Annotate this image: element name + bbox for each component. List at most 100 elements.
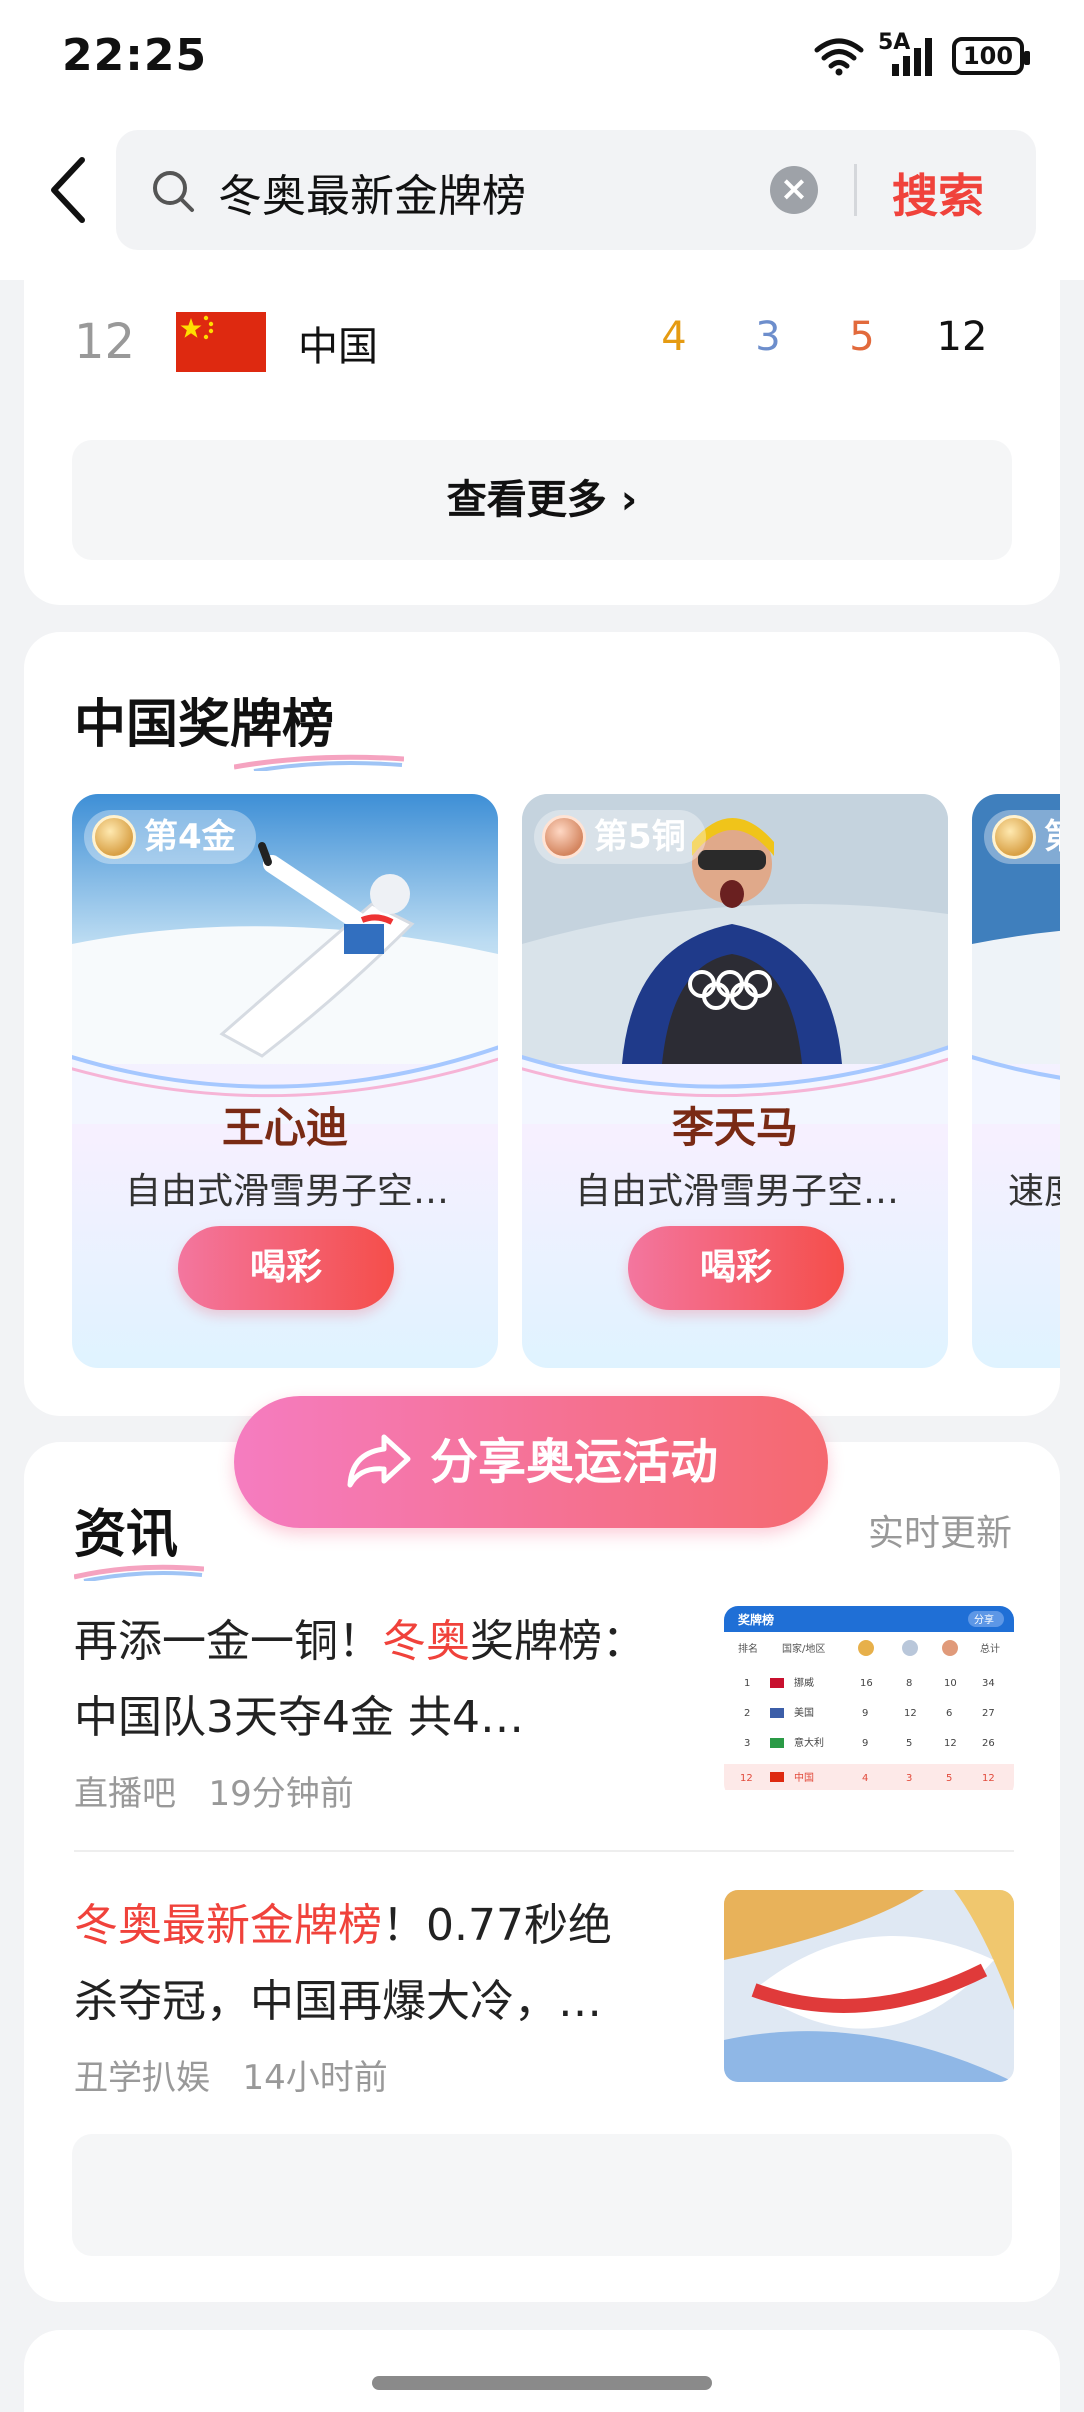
- news-time: 19分钟前: [208, 1774, 354, 1814]
- athlete-event: 自由式滑雪男子空…: [574, 1171, 899, 1212]
- share-olympic-activity-button[interactable]: 分享奥运活动: [234, 1396, 828, 1528]
- share-strip: [72, 2134, 1012, 2256]
- badge-label: 第: [1044, 817, 1060, 857]
- news-item-title: 再添一金一铜！冬奥奖牌榜：中国队3天夺4金 共4…: [74, 1604, 654, 1756]
- svg-text:3: 3: [744, 1738, 750, 1749]
- news-item-title: 冬奥最新金牌榜！0.77秒绝杀夺冠，中国再爆大冷，…: [74, 1888, 654, 2040]
- search-header: 冬奥最新金牌榜 × 搜索: [0, 110, 1084, 280]
- cheer-button[interactable]: 喝彩: [178, 1226, 394, 1310]
- svg-text:意大利: 意大利: [794, 1736, 824, 1749]
- cellular-signal: 5A: [878, 30, 938, 78]
- svg-text:10: 10: [944, 1678, 957, 1689]
- search-input[interactable]: 冬奥最新金牌榜: [218, 160, 526, 224]
- svg-text:美国: 美国: [794, 1706, 814, 1719]
- svg-text:4: 4: [862, 1773, 868, 1784]
- medal-badge: 第: [984, 810, 1060, 864]
- rank: 12: [74, 314, 136, 370]
- badge-label: 第4金: [144, 817, 236, 857]
- gold-medal-icon: [992, 815, 1036, 859]
- svg-text:16: 16: [860, 1678, 873, 1689]
- news-divider: [74, 1850, 1014, 1852]
- news-thumbnail: 奖牌榜 分享 排名 国家/地区 总计 1 挪威 16 8 10 34 2 美国 …: [724, 1606, 1014, 1798]
- clear-search-icon[interactable]: ×: [770, 166, 818, 214]
- badge-label: 第5铜: [594, 817, 686, 857]
- gold-medal-icon: [92, 815, 136, 859]
- thumb-share: 分享: [974, 1613, 994, 1626]
- svg-text:12: 12: [944, 1738, 957, 1749]
- status-bar: 22:25 5A 100: [0, 0, 1084, 110]
- athlete-name: 李天马: [671, 1103, 798, 1152]
- battery-level: 100: [962, 42, 1014, 70]
- search-divider: [854, 164, 857, 216]
- thumb-col: 总计: [980, 1642, 1000, 1655]
- svg-text:27: 27: [982, 1708, 995, 1719]
- svg-text:6: 6: [946, 1708, 952, 1719]
- svg-text:8: 8: [906, 1678, 912, 1689]
- news-source: 直播吧: [74, 1774, 176, 1814]
- news-meta: 直播吧 19分钟前: [74, 1766, 354, 1815]
- svg-text:26: 26: [982, 1738, 995, 1749]
- next-card: [24, 2330, 1060, 2412]
- silver-count: 3: [755, 314, 781, 360]
- svg-text:1: 1: [744, 1678, 750, 1689]
- svg-text:3: 3: [906, 1773, 912, 1784]
- news-title: 资讯: [74, 1505, 179, 1565]
- news-item[interactable]: 冬奥最新金牌榜！0.77秒绝杀夺冠，中国再爆大冷，… 丑学扒娱 14小时前: [74, 1888, 1014, 2108]
- title-swoosh: [74, 1564, 204, 1581]
- cheer-button[interactable]: 喝彩: [628, 1226, 844, 1310]
- athlete-name: 王心迪: [221, 1103, 348, 1152]
- status-icons: 5A 100: [814, 30, 1030, 78]
- svg-text:中国: 中国: [794, 1771, 814, 1784]
- share-arrow-icon: [347, 1434, 411, 1488]
- news-card: 资讯 实时更新 再添一金一铜！冬奥奖牌榜：中国队3天夺4金 共4… 直播吧 19…: [24, 1442, 1060, 2302]
- svg-text:9: 9: [862, 1738, 868, 1749]
- svg-text:12: 12: [982, 1773, 995, 1784]
- total-count: 12: [936, 314, 988, 360]
- news-item[interactable]: 再添一金一铜！冬奥奖牌榜：中国队3天夺4金 共4… 直播吧 19分钟前 奖牌榜 …: [74, 1604, 1014, 1814]
- search-icon: [153, 171, 194, 212]
- search-results-page: 22:25 5A 100 冬奥最新金牌榜 × 搜索 12 中国 4 3 5 12…: [0, 0, 1084, 2412]
- svg-text:34: 34: [982, 1678, 995, 1689]
- svg-text:2: 2: [744, 1708, 750, 1719]
- title-highlight: 冬奥最新金牌榜: [74, 1900, 382, 1951]
- back-arrow-icon[interactable]: [46, 150, 94, 230]
- card-wave: [972, 1054, 1060, 1124]
- see-more-button[interactable]: 查看更多 ›: [72, 440, 1012, 560]
- athlete-card[interactable]: 第4金 王心迪 自由式滑雪男子空… 喝彩: [72, 794, 498, 1368]
- svg-text:12: 12: [904, 1708, 917, 1719]
- gold-count: 4: [661, 314, 687, 360]
- china-medals-card: 中国奖牌榜 第4金 王心迪 自由式滑雪男子空… 喝彩 第5铜 李天马 自由式滑雪…: [24, 632, 1060, 1416]
- medal-badge: 第5铜: [534, 810, 706, 864]
- bronze-medal-icon: [542, 815, 586, 859]
- live-update-label: 实时更新: [867, 1513, 1012, 1554]
- news-thumbnail: [724, 1890, 1014, 2082]
- svg-text:9: 9: [862, 1708, 868, 1719]
- search-button[interactable]: 搜索: [892, 160, 984, 226]
- section-title: 资讯: [74, 1492, 204, 1581]
- athlete-event: 自由式滑雪男子空…: [124, 1171, 449, 1212]
- country-name: 中国: [298, 324, 378, 370]
- title-text: 再添一金一铜！: [74, 1616, 382, 1667]
- thumb-col: 国家/地区: [782, 1642, 825, 1655]
- china-medals-title: 中国奖牌榜: [74, 695, 335, 755]
- athlete-event: 速度: [1008, 1171, 1060, 1212]
- svg-text:12: 12: [740, 1773, 753, 1784]
- medal-table-card: 12 中国 4 3 5 12 查看更多 ›: [24, 260, 1060, 605]
- medal-badge: 第4金: [84, 810, 256, 864]
- svg-text:挪威: 挪威: [794, 1676, 814, 1689]
- title-highlight: 冬奥: [382, 1616, 470, 1667]
- athlete-card[interactable]: 第 速度: [972, 794, 1060, 1368]
- status-time: 22:25: [62, 30, 208, 81]
- medal-table-row[interactable]: 12 中国 4 3 5 12: [24, 300, 1060, 380]
- svg-text:5: 5: [946, 1773, 952, 1784]
- signal-icon: [892, 38, 932, 76]
- title-swoosh: [234, 754, 404, 771]
- search-box[interactable]: 冬奥最新金牌榜 × 搜索: [116, 130, 1036, 250]
- thumb-col: 排名: [738, 1642, 758, 1655]
- china-flag-icon: [176, 312, 266, 372]
- news-meta: 丑学扒娱 14小时前: [74, 2050, 388, 2099]
- battery-indicator: 100: [952, 37, 1030, 75]
- wifi-icon: [814, 38, 864, 76]
- home-indicator[interactable]: [372, 2376, 712, 2390]
- athlete-card[interactable]: 第5铜 李天马 自由式滑雪男子空… 喝彩: [522, 794, 948, 1368]
